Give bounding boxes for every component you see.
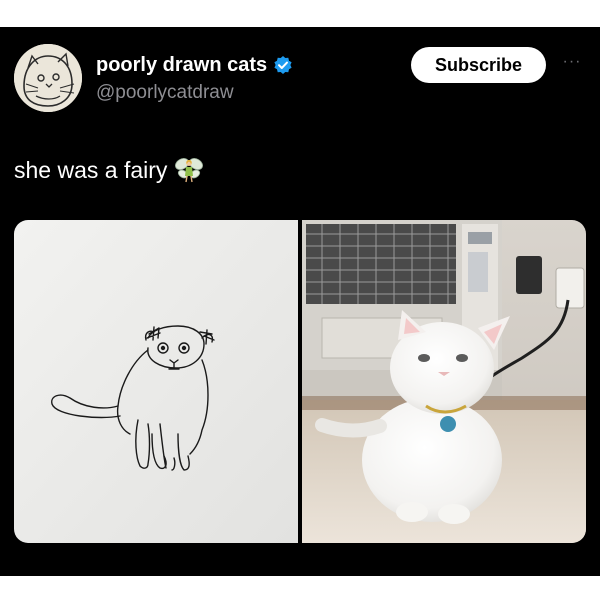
cat-drawing-avatar-icon [14,44,82,112]
more-options-icon[interactable]: ··· [559,52,585,72]
media-gallery[interactable] [14,220,586,543]
cat-photo-illustration [302,220,586,543]
fairy-emoji-icon [175,158,204,183]
cat-drawing-image[interactable] [14,220,298,543]
avatar[interactable] [14,44,82,112]
author-name-row: poorly drawn cats [96,53,293,77]
cat-drawing-illustration [14,220,298,543]
verified-badge-icon [274,56,292,74]
post-text: she was a fairy [14,157,168,183]
author-handle[interactable]: @poorlycatdraw [96,82,234,104]
subscribe-button[interactable]: Subscribe [411,47,546,83]
post-text-row: she was a fairy [14,154,205,186]
cat-photo-image[interactable] [302,220,586,543]
author-display-name[interactable]: poorly drawn cats [96,53,267,77]
